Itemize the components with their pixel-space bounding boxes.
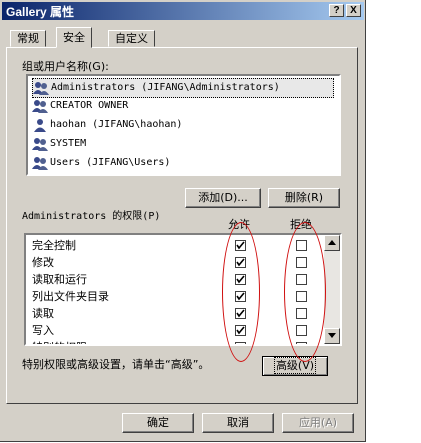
cancel-button[interactable]: 取消 [202,413,274,433]
permission-row: 读取 [32,305,54,322]
permission-row: 完全控制 [32,237,76,254]
permission-name: 读取和运行 [32,273,87,286]
scroll-up-icon [328,240,336,245]
window-title: Gallery 属性 [6,5,75,19]
permission-row: 读取和运行 [32,271,87,288]
list-item[interactable]: Administrators (JIFANG\Administrators) [32,78,334,98]
user-group-icon [32,99,48,113]
properties-dialog: Gallery 属性 ? X 常规 安全 自定义 组或用户名称(G): Admi… [0,0,366,442]
add-user-button[interactable]: 添加(D)... [185,188,261,208]
tab-security[interactable]: 安全 [56,27,92,48]
advanced-note: 特别权限或高级设置，请单击“高级”。 [22,358,210,371]
user-list[interactable]: Administrators (JIFANG\Administrators) C… [26,74,341,176]
permission-row: 写入 [32,322,54,339]
close-button[interactable]: X [346,4,361,17]
apply-button[interactable]: 应用(A) [282,413,354,433]
permission-name: 修改 [32,256,54,269]
permission-row: 列出文件夹目录 [32,288,109,305]
permission-name: 列出文件夹目录 [32,290,109,303]
advanced-button[interactable]: 高级(V) [262,356,328,376]
permission-name: 完全控制 [32,239,76,252]
permission-name: 写入 [32,324,54,337]
deny-highlight-ellipse [284,222,326,362]
help-button[interactable]: ? [329,4,344,17]
ok-button[interactable]: 确定 [122,413,194,433]
remove-user-button[interactable]: 删除(R) [268,188,340,208]
permission-name: 特别的权限 [32,341,87,344]
tab-custom[interactable]: 自定义 [108,30,155,47]
user-group-icon [33,81,49,95]
title-bar[interactable]: Gallery 属性 ? X [2,2,364,20]
user-group-icon [32,156,48,170]
tab-general[interactable]: 常规 [10,30,46,47]
permissions-label: Administrators 的权限(P) [22,211,161,222]
scroll-down-button[interactable] [324,328,340,344]
permission-row: 特别的权限 [32,339,87,344]
user-group-icon [32,137,48,151]
user-icon [32,118,48,132]
allow-highlight-ellipse [222,222,260,362]
permission-row: 修改 [32,254,54,271]
permissions-scrollbar[interactable] [324,235,340,344]
scroll-up-button[interactable] [324,235,340,251]
users-label: 组或用户名称(G): [22,60,109,73]
scroll-down-icon [328,333,336,338]
permission-name: 读取 [32,307,54,320]
